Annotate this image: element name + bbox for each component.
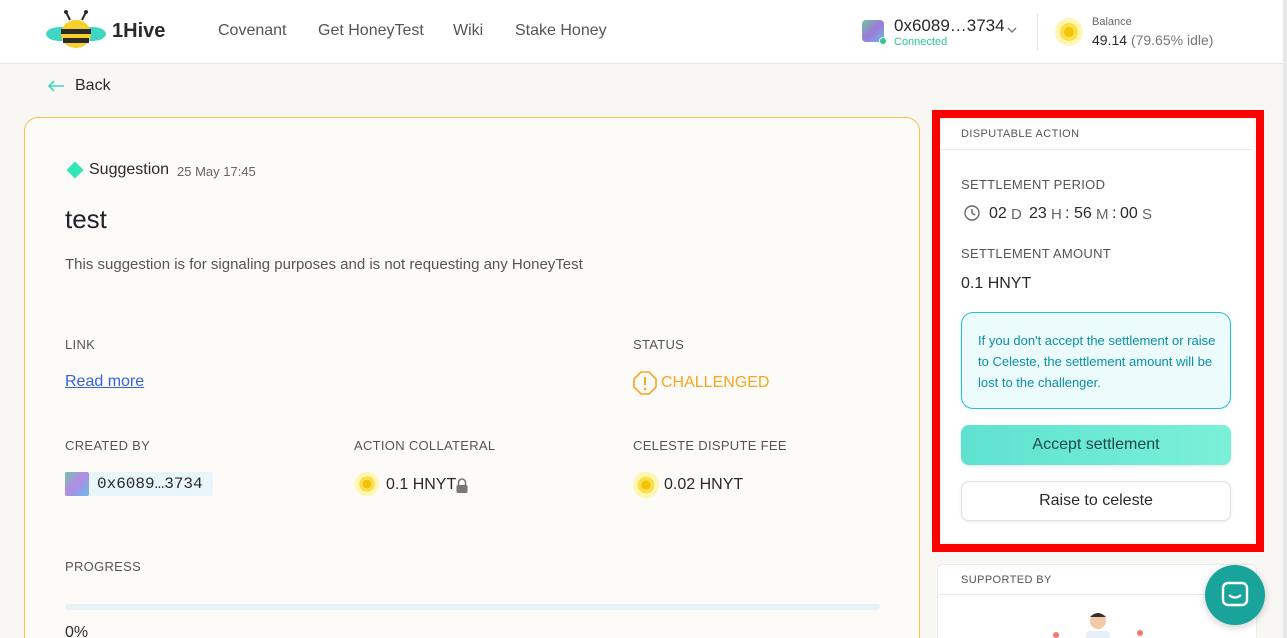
dispute-fee-label: CELESTE DISPUTE FEE	[633, 438, 787, 453]
collateral-amount: 0.1 HNYT	[386, 476, 457, 493]
settlement-info-box: If you don't accept the settlement or ra…	[961, 312, 1231, 409]
chat-icon	[1221, 581, 1249, 607]
timer-seconds: 00	[1120, 205, 1138, 222]
panel-title: DISPUTABLE ACTION	[961, 128, 1080, 140]
balance-amount: 49.14	[1092, 32, 1128, 48]
accept-settlement-button[interactable]: Accept settlement	[961, 425, 1231, 465]
timer-days: 02	[989, 205, 1007, 222]
collateral-value: 0.1 HNYT	[354, 471, 494, 499]
supported-by-label: SUPPORTED BY	[961, 574, 1052, 586]
account-status: Connected	[894, 36, 948, 48]
timer-seconds-unit: S	[1142, 206, 1153, 223]
progress-label: PROGRESS	[65, 559, 142, 574]
balance-value: 49.14 (79.65% idle)	[1092, 32, 1213, 48]
dispute-fee-value: 0.02 HNYT	[632, 471, 782, 499]
account-address: 0x6089…3734	[894, 16, 1005, 35]
nav-covenant[interactable]: Covenant	[218, 22, 287, 40]
disputable-action-panel: DISPUTABLE ACTION SETTLEMENT PERIOD 02 D…	[941, 120, 1253, 542]
proposal-card: Suggestion 25 May 17:45 test This sugges…	[24, 117, 920, 638]
timer-sep-2: :	[1112, 205, 1117, 222]
honey-coin-icon	[1055, 18, 1083, 46]
collateral-label: ACTION COLLATERAL	[354, 438, 496, 453]
honey-coin-icon	[354, 471, 380, 497]
warning-icon	[633, 371, 657, 395]
progress-value: 0%	[65, 624, 89, 638]
scrollbar[interactable]	[1283, 0, 1287, 638]
divider	[1037, 14, 1038, 50]
nav-wiki[interactable]: Wiki	[453, 22, 483, 40]
timer-sep-1: :	[1065, 205, 1070, 222]
top-bar: 1Hive Covenant Get HoneyTest Wiki Stake …	[0, 0, 1287, 64]
clock-icon	[964, 205, 980, 221]
arrow-left-icon	[47, 80, 64, 92]
chat-button[interactable]	[1205, 565, 1265, 625]
proposal-description: This suggestion is for signaling purpose…	[65, 256, 583, 273]
panel-header: DISPUTABLE ACTION	[941, 120, 1253, 150]
raise-to-celeste-button[interactable]: Raise to celeste	[961, 481, 1231, 521]
brand-name[interactable]: 1Hive	[112, 20, 165, 43]
status-text: CHALLENGED	[661, 374, 770, 391]
nav-stake-honey[interactable]: Stake Honey	[515, 22, 607, 40]
illustration	[1053, 613, 1143, 638]
chevron-down-icon	[1007, 27, 1017, 33]
diamond-icon	[66, 161, 84, 179]
timer-days-unit: D	[1011, 206, 1022, 223]
honey-coin-icon	[632, 471, 660, 499]
creator-address[interactable]: 0x6089…3734	[65, 472, 213, 496]
settlement-period-label: SETTLEMENT PERIOD	[961, 177, 1106, 192]
timer-minutes: 56	[1074, 205, 1092, 222]
nav-get-honeytest[interactable]: Get HoneyTest	[318, 22, 424, 40]
back-label: Back	[75, 77, 111, 94]
connected-dot	[879, 37, 887, 45]
timer-hours-unit: H	[1051, 206, 1062, 223]
timer-minutes-unit: M	[1096, 206, 1109, 223]
proposal-date: 25 May 17:45	[177, 164, 256, 179]
balance-label: Balance	[1092, 16, 1132, 28]
settlement-amount: 0.1 HNYT	[961, 275, 1032, 292]
avatar	[65, 472, 89, 496]
status-label: STATUS	[633, 337, 685, 352]
created-by-label: CREATED BY	[65, 438, 151, 453]
dispute-fee-amount: 0.02 HNYT	[664, 476, 744, 493]
page-title: test	[65, 204, 107, 234]
proposal-type: Suggestion	[89, 161, 170, 178]
settlement-info-text: If you don't accept the settlement or ra…	[978, 333, 1216, 390]
bee-logo-icon[interactable]	[46, 10, 106, 54]
read-more-link[interactable]: Read more	[65, 373, 144, 391]
progress-bar	[65, 604, 880, 610]
lock-icon	[456, 478, 468, 493]
balance-idle: (79.65% idle)	[1130, 32, 1214, 48]
timer-hours: 23	[1029, 205, 1047, 222]
link-label: LINK	[65, 337, 96, 352]
creator-address-text: 0x6089…3734	[97, 475, 203, 493]
settlement-amount-label: SETTLEMENT AMOUNT	[961, 246, 1112, 261]
